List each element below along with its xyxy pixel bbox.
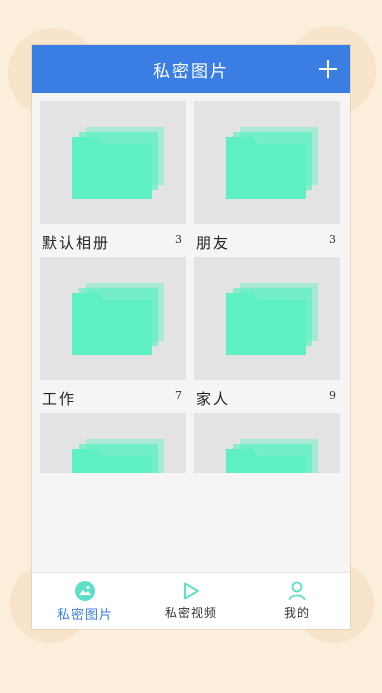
album-name: 朋友 (196, 234, 231, 252)
tab-private-images[interactable]: 私密图片 (32, 573, 138, 629)
grid-cutoff (32, 473, 350, 573)
album-card[interactable]: 默认相册 3 (40, 101, 186, 257)
album-grid: 默认相册 3 朋友 3 工作 7 家人 9 (32, 93, 350, 573)
plus-icon-stroke (327, 60, 329, 78)
album-thumbnail (40, 101, 186, 224)
tab-label: 私密视频 (164, 606, 217, 620)
album-count: 9 (329, 389, 336, 402)
folder-icon (72, 127, 164, 199)
bottom-tab-bar: 私密图片 私密视频 我的 (32, 572, 350, 629)
album-name: 工作 (42, 390, 77, 408)
album-card[interactable]: 工作 7 (40, 257, 186, 413)
app-header: 私密图片 (32, 45, 350, 93)
album-card[interactable]: 家人 9 (194, 257, 340, 413)
person-icon (288, 581, 306, 601)
add-album-button[interactable] (316, 57, 340, 81)
play-icon (184, 582, 199, 600)
album-count: 3 (329, 233, 336, 246)
page-title: 私密图片 (153, 61, 229, 82)
app-screen: 私密图片 默认相册 3 朋友 3 工作 7 家人 9 私密图片 私密视频 我的 (32, 45, 350, 629)
image-icon (75, 581, 95, 601)
folder-icon (226, 283, 318, 355)
folder-icon (226, 127, 318, 199)
tab-private-videos[interactable]: 私密视频 (138, 573, 244, 629)
album-name: 家人 (196, 390, 231, 408)
folder-icon (72, 283, 164, 355)
album-thumbnail (40, 257, 186, 380)
tab-label: 私密图片 (56, 608, 113, 623)
album-thumbnail (194, 257, 340, 380)
album-count: 7 (175, 389, 182, 402)
tab-profile[interactable]: 我的 (244, 573, 350, 629)
tab-label: 我的 (283, 606, 310, 620)
album-count: 3 (175, 233, 182, 246)
album-card[interactable]: 朋友 3 (194, 101, 340, 257)
album-name: 默认相册 (42, 234, 111, 252)
album-thumbnail (194, 101, 340, 224)
